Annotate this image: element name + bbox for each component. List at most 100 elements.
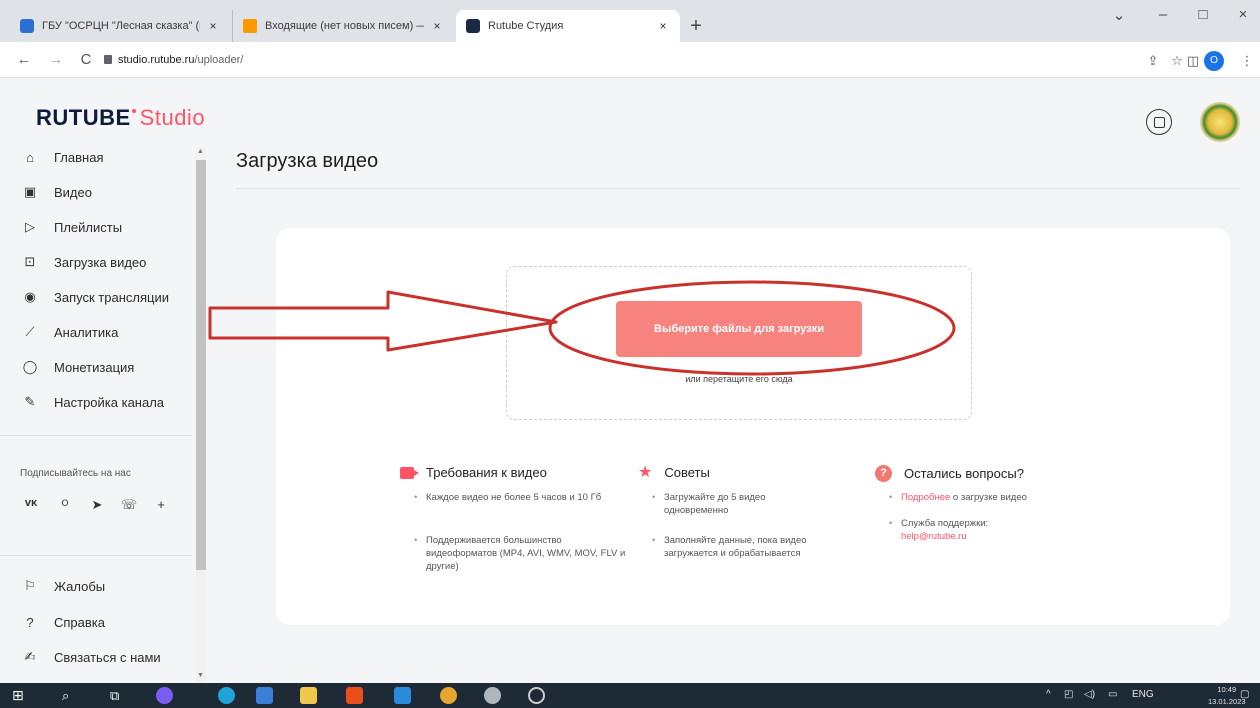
tab-search-button[interactable]: ⌄ (1104, 6, 1134, 24)
browser-menu-icon[interactable]: ⋮ (1238, 53, 1256, 69)
vk-icon[interactable]: ᴠᴋ (22, 497, 40, 509)
tab-close-icon[interactable]: × (656, 19, 670, 33)
edge-icon[interactable] (218, 687, 235, 704)
logo-main: RUTUBE (36, 105, 131, 130)
tray-expand-icon[interactable]: ^ (1046, 689, 1051, 700)
sidebar-item-playlists[interactable]: ▷ Плейлисты (20, 212, 200, 242)
scroll-down-icon[interactable]: ▼ (197, 672, 204, 679)
sidebar-item-label: Жалобы (54, 578, 106, 594)
create-content-icon[interactable] (1146, 109, 1172, 135)
select-files-button[interactable]: Выберите файлы для загрузки (616, 301, 862, 357)
close-window-button[interactable]: × (1228, 6, 1258, 23)
sidebar-item-label: Монетизация (54, 359, 135, 375)
office-icon[interactable] (346, 687, 363, 704)
share-icon[interactable]: ⇪ (1144, 53, 1162, 69)
viber-icon[interactable]: ☏ (120, 497, 138, 513)
app-icon[interactable] (484, 687, 501, 704)
rutube-studio-logo[interactable]: RUTUBE Studio (36, 105, 205, 131)
tab-close-icon[interactable]: × (430, 19, 444, 33)
tab-title: Входящие (нет новых писем) — (265, 20, 424, 32)
alice-icon[interactable] (156, 687, 173, 704)
network-icon[interactable]: ◰ (1064, 689, 1073, 700)
flag-icon: ⚐ (24, 578, 36, 593)
address-bar[interactable]: studio.rutube.ru/uploader/ (118, 54, 243, 66)
lock-icon (104, 55, 112, 64)
sidebar-item-help[interactable]: ? Справка (20, 607, 200, 637)
tips-title: Советы (664, 465, 710, 480)
browser-tabbar: ГБУ "ОСРЦН "Лесная сказка" (г × Входящие… (0, 0, 1260, 42)
settings-icon: ✎ (24, 394, 36, 409)
browser-tab-oscrcn[interactable]: ГБУ "ОСРЦН "Лесная сказка" (г × (10, 10, 230, 42)
profile-avatar[interactable]: O (1204, 51, 1224, 71)
sidebar-item-contact[interactable]: ✍ Связаться с нами (20, 642, 200, 672)
contact-icon: ✍ (24, 649, 36, 664)
monetization-icon: ◯ (22, 359, 38, 374)
tab-close-icon[interactable]: × (206, 19, 220, 33)
explorer-icon[interactable] (256, 687, 273, 704)
broadcast-icon: ◉ (24, 289, 36, 304)
browser-tab-mail[interactable]: Входящие (нет новых писем) — × (232, 10, 454, 42)
url-path: /uploader/ (194, 54, 244, 66)
tab-title: ГБУ "ОСРЦН "Лесная сказка" (г (42, 20, 200, 32)
requirement-item: Каждое видео не более 5 часов и 10 Гб (414, 491, 606, 504)
rutube-favicon-icon (466, 19, 480, 33)
notification-icon[interactable]: ▢ (1240, 689, 1249, 700)
volume-icon[interactable]: ◁) (1084, 689, 1095, 700)
channel-avatar[interactable] (1200, 102, 1240, 142)
upload-icon: ⊡ (24, 254, 36, 269)
telegram-icon[interactable]: ➤ (88, 497, 106, 513)
sidebar-item-upload[interactable]: ⊡ Загрузка видео (20, 247, 200, 277)
new-tab-button[interactable]: + (684, 14, 708, 38)
forward-button[interactable]: → (46, 51, 66, 69)
title-divider (236, 188, 1240, 189)
sidebar-item-settings[interactable]: ✎ Настройка канала (20, 387, 200, 417)
vk-favicon-icon (20, 19, 34, 33)
questions-heading: ? Остались вопросы? (875, 465, 1024, 482)
more-info-link[interactable]: Подробнее (901, 492, 950, 503)
sidebar-item-analytics[interactable]: ⟋ Аналитика (20, 317, 200, 347)
mail-icon[interactable] (394, 687, 411, 704)
sidebar-item-label: Загрузка видео (54, 254, 147, 270)
support-label: Служба поддержки: (901, 518, 989, 529)
sidebar-item-label: Плейлисты (54, 219, 123, 235)
calendar-icon[interactable] (300, 687, 317, 704)
url-host: studio.rutube.ru (118, 54, 195, 66)
sidebar-item-home[interactable]: ⌂ Главная (20, 142, 200, 172)
plus-icon[interactable]: + (152, 497, 170, 512)
display-icon[interactable]: ▭ (1108, 689, 1117, 700)
tip-item: Заполняйте данные, пока видео загружаетс… (652, 534, 854, 560)
back-button[interactable]: ← (14, 51, 34, 69)
support-email-link[interactable]: help@rutube.ru (901, 531, 967, 542)
task-view-icon[interactable]: ⧉ (110, 687, 127, 704)
sidebar-divider (0, 555, 192, 556)
requirements-heading: Требования к видео (400, 465, 547, 480)
ok-icon[interactable]: ᴼ (56, 497, 74, 512)
star-icon: ★ (638, 463, 653, 481)
video-icon: ▣ (23, 184, 37, 199)
maximize-button[interactable]: □ (1188, 6, 1218, 23)
sidebar-item-video[interactable]: ▣ Видео (20, 177, 200, 207)
page-title: Загрузка видео (236, 150, 379, 172)
language-indicator[interactable]: ENG (1132, 689, 1154, 700)
playlist-icon: ▷ (25, 219, 35, 234)
chrome-icon[interactable] (440, 687, 457, 704)
home-icon: ⌂ (26, 149, 34, 165)
windows-taskbar: ⊞ ⌕ ⧉ ^ ◰ ◁) ▭ ENG 10:49 13.01.2023 ▢ (0, 683, 1260, 708)
sidebar-divider (0, 435, 192, 436)
search-icon[interactable]: ⌕ (62, 687, 79, 704)
sidebar-item-monetization[interactable]: ◯ Монетизация (20, 352, 200, 382)
requirements-title: Требования к видео (426, 465, 547, 480)
sidebar-item-broadcast[interactable]: ◉ Запуск трансляции (20, 282, 200, 312)
minimize-button[interactable]: – (1148, 6, 1178, 23)
sidepanel-icon[interactable]: ◫ (1184, 53, 1202, 69)
sidebar-scroll-thumb[interactable] (196, 160, 206, 570)
browser-tab-rutube-studio[interactable]: Rutube Студия × (456, 10, 680, 42)
camera-icon (400, 466, 419, 479)
obs-icon[interactable] (528, 687, 545, 704)
scroll-up-icon[interactable]: ▲ (197, 148, 204, 155)
reload-button[interactable]: C (76, 51, 96, 69)
logo-sub: Studio (139, 105, 206, 130)
windows-start-icon[interactable]: ⊞ (12, 687, 29, 704)
requirement-item: Поддерживается большинство видеоформатов… (414, 534, 626, 573)
sidebar-item-complaints[interactable]: ⚐ Жалобы (20, 571, 200, 601)
